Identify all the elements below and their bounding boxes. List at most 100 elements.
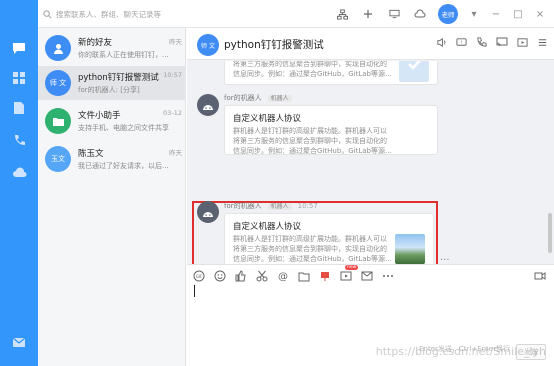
ding-icon[interactable]: ! <box>456 37 467 48</box>
link-thumbnail <box>399 61 429 82</box>
chat-title: python钉钉报警测试 <box>224 39 324 51</box>
cloud-upload-icon[interactable] <box>412 6 428 22</box>
conversation-name: 文件小助手 <box>78 111 121 121</box>
conversation-item[interactable]: 文件小助手 支持手机、电脑之间文件共享 03-12 <box>38 104 186 138</box>
robot-icon <box>203 105 213 110</box>
message-card[interactable]: 自定义机器人协议 群机器人是钉钉群的高级扩展功能。群机器人可以 将第三方服务的信… <box>224 105 438 155</box>
thumbs-up-icon[interactable] <box>235 270 247 282</box>
add-icon[interactable] <box>360 6 376 22</box>
video-icon[interactable] <box>517 37 528 48</box>
group-avatar: 师 文 <box>45 70 71 96</box>
emoji-icon[interactable] <box>214 270 226 282</box>
search-icon <box>43 9 52 18</box>
close-icon[interactable]: × <box>534 9 546 20</box>
card-body-line: 信息同步。例如：通过聚合GitHub，GitLab等源... <box>233 147 392 155</box>
mention-icon[interactable]: @ <box>277 270 289 283</box>
conversation-list: 新的好友 你的联系人正在使用钉钉，... 昨天 师 文 python钉钉报警测试… <box>38 28 186 366</box>
friend-request-icon <box>45 35 71 61</box>
robot-tag: 机器人 <box>267 95 292 102</box>
live-icon[interactable]: new <box>340 265 359 282</box>
conversation-time: 昨天 <box>169 149 182 157</box>
sidebar <box>0 28 38 366</box>
minimize-icon[interactable]: − <box>490 9 502 20</box>
svg-text:GIF: GIF <box>196 274 203 279</box>
phone-icon[interactable] <box>11 132 27 148</box>
mail-icon[interactable] <box>11 334 27 350</box>
screen-share-icon[interactable] <box>386 6 402 22</box>
video-meeting-icon[interactable] <box>534 271 546 283</box>
group-avatar[interactable]: 师 文 <box>197 34 219 56</box>
scrollbar[interactable] <box>548 213 552 253</box>
message-input[interactable] <box>194 285 195 297</box>
watermark: https://blog.csdn.net/Smile_lyh <box>375 345 546 358</box>
conversation-preview: 你的联系人正在使用钉钉，... <box>78 51 169 59</box>
card-body: 群机器人是钉钉群的高级扩展功能。群机器人可以 将第三方服务的信息聚合到群聊中，实… <box>233 126 392 156</box>
message-time: 10:57 <box>297 202 318 210</box>
folder-icon[interactable] <box>298 270 310 282</box>
sidebar-top-strip <box>0 0 38 28</box>
robot-icon <box>203 212 213 217</box>
cloud-disk-icon[interactable] <box>11 164 27 180</box>
contact-avatar: 玉文 <box>45 146 71 172</box>
workbench-icon[interactable] <box>11 70 27 86</box>
card-body-line: 群机器人是钉钉群的高级扩展功能。群机器人可以 <box>233 127 387 135</box>
chevron-down-icon[interactable]: ▾ <box>468 9 480 20</box>
mail-icon[interactable] <box>361 270 373 282</box>
conversation-time: 昨天 <box>169 38 182 46</box>
search-placeholder: 搜索联系人、群组、聊天记录等 <box>56 9 161 19</box>
user-avatar[interactable]: 老师 <box>438 4 458 24</box>
title-bar-actions: 老师 ▾ − □ × <box>334 4 546 24</box>
conversation-preview: 支持手机、电脑之间文件共享 <box>78 124 169 132</box>
conversation-preview: 我已通过了好友请求，以后... <box>78 162 169 170</box>
card-body-line: 信息同步。例如：通过聚合GitHub，GitLab等源... <box>233 70 392 78</box>
voice-call-icon[interactable] <box>436 37 447 48</box>
title-bar: 搜索联系人、群组、聊天记录等 老师 ▾ − □ × <box>0 0 554 28</box>
card-body-line: 将第三方服务的信息聚合到群聊中，实现自动化的 <box>233 61 387 68</box>
phone-icon[interactable] <box>476 37 487 48</box>
card-body: 群机器人是钉钉群的高级扩展功能。群机器人可以 将第三方服务的信息聚合到群聊中，实… <box>233 234 392 264</box>
card-title: 自定义机器人协议 <box>233 222 302 232</box>
card-title: 自定义机器人协议 <box>233 114 302 124</box>
chat-icon[interactable] <box>11 40 27 56</box>
sender-line: for的机器人 机器人 10:57 <box>224 201 318 211</box>
robot-avatar[interactable] <box>197 94 219 116</box>
message-card[interactable]: 自定义机器人协议 群机器人是钉钉群的高级扩展功能。群机器人可以 将第三方服务的信… <box>224 213 434 267</box>
sender-name: for的机器人 <box>224 202 262 210</box>
svg-text:!: ! <box>461 40 463 46</box>
folder-icon <box>45 108 71 134</box>
sender-line: for的机器人 机器人 <box>224 93 292 103</box>
chat-header: 师 文 python钉钉报警测试 ! <box>187 28 554 60</box>
card-body-line: 群机器人是钉钉群的高级扩展功能。群机器人可以 <box>233 235 387 243</box>
maximize-icon[interactable]: □ <box>512 9 524 20</box>
scissors-icon[interactable] <box>256 270 268 282</box>
conversation-name: 陈玉文 <box>78 149 104 159</box>
conversation-time: 03-12 <box>163 109 182 117</box>
org-chart-icon[interactable] <box>334 6 350 22</box>
message-card[interactable]: 将第三方服务的信息聚合到群聊中，实现自动化的 信息同步。例如：通过聚合GitHu… <box>224 61 438 85</box>
chat-header-actions: ! <box>436 37 548 48</box>
gif-icon[interactable]: GIF <box>193 270 205 282</box>
document-icon[interactable] <box>11 100 27 116</box>
message-list: 将第三方服务的信息聚合到群聊中，实现自动化的 信息同步。例如：通过聚合GitHu… <box>187 61 554 291</box>
robot-avatar[interactable] <box>197 201 219 223</box>
conversation-item[interactable]: 师 文 python钉钉报警测试 for的机器人: [分享] 10:57 <box>38 66 186 100</box>
conversation-name: 新的好友 <box>78 38 113 48</box>
card-body-line: 将第三方服务的信息聚合到群聊中，实现自动化的 <box>233 245 387 253</box>
pin-icon[interactable] <box>319 270 331 282</box>
robot-tag: 机器人 <box>267 203 292 210</box>
svg-text:@: @ <box>278 272 288 283</box>
more-icon[interactable] <box>537 37 548 48</box>
composer: GIF @ new Enter发送，Ctrl+Enter换行 发送 https:… <box>187 264 554 366</box>
screen-cast-icon[interactable] <box>496 37 508 48</box>
conversation-item[interactable]: 玉文 陈玉文 我已通过了好友请求，以后... 昨天 <box>38 142 186 176</box>
card-body-line: 信息同步。例如：通过聚合GitHub，GitLab等源... <box>233 255 392 263</box>
card-body-line: 将第三方服务的信息聚合到群聊中，实现自动化的 <box>233 137 387 145</box>
more-icon[interactable] <box>382 270 394 282</box>
conversation-preview: for的机器人: [分享] <box>78 86 140 94</box>
conversation-item[interactable]: 新的好友 你的联系人正在使用钉钉，... 昨天 <box>38 31 186 65</box>
conversation-time: 10:57 <box>163 71 182 79</box>
composer-toolbar: GIF @ new <box>193 265 394 283</box>
sender-name: for的机器人 <box>224 94 262 102</box>
link-thumbnail <box>395 234 425 264</box>
search-input[interactable]: 搜索联系人、群组、聊天记录等 <box>43 6 243 22</box>
